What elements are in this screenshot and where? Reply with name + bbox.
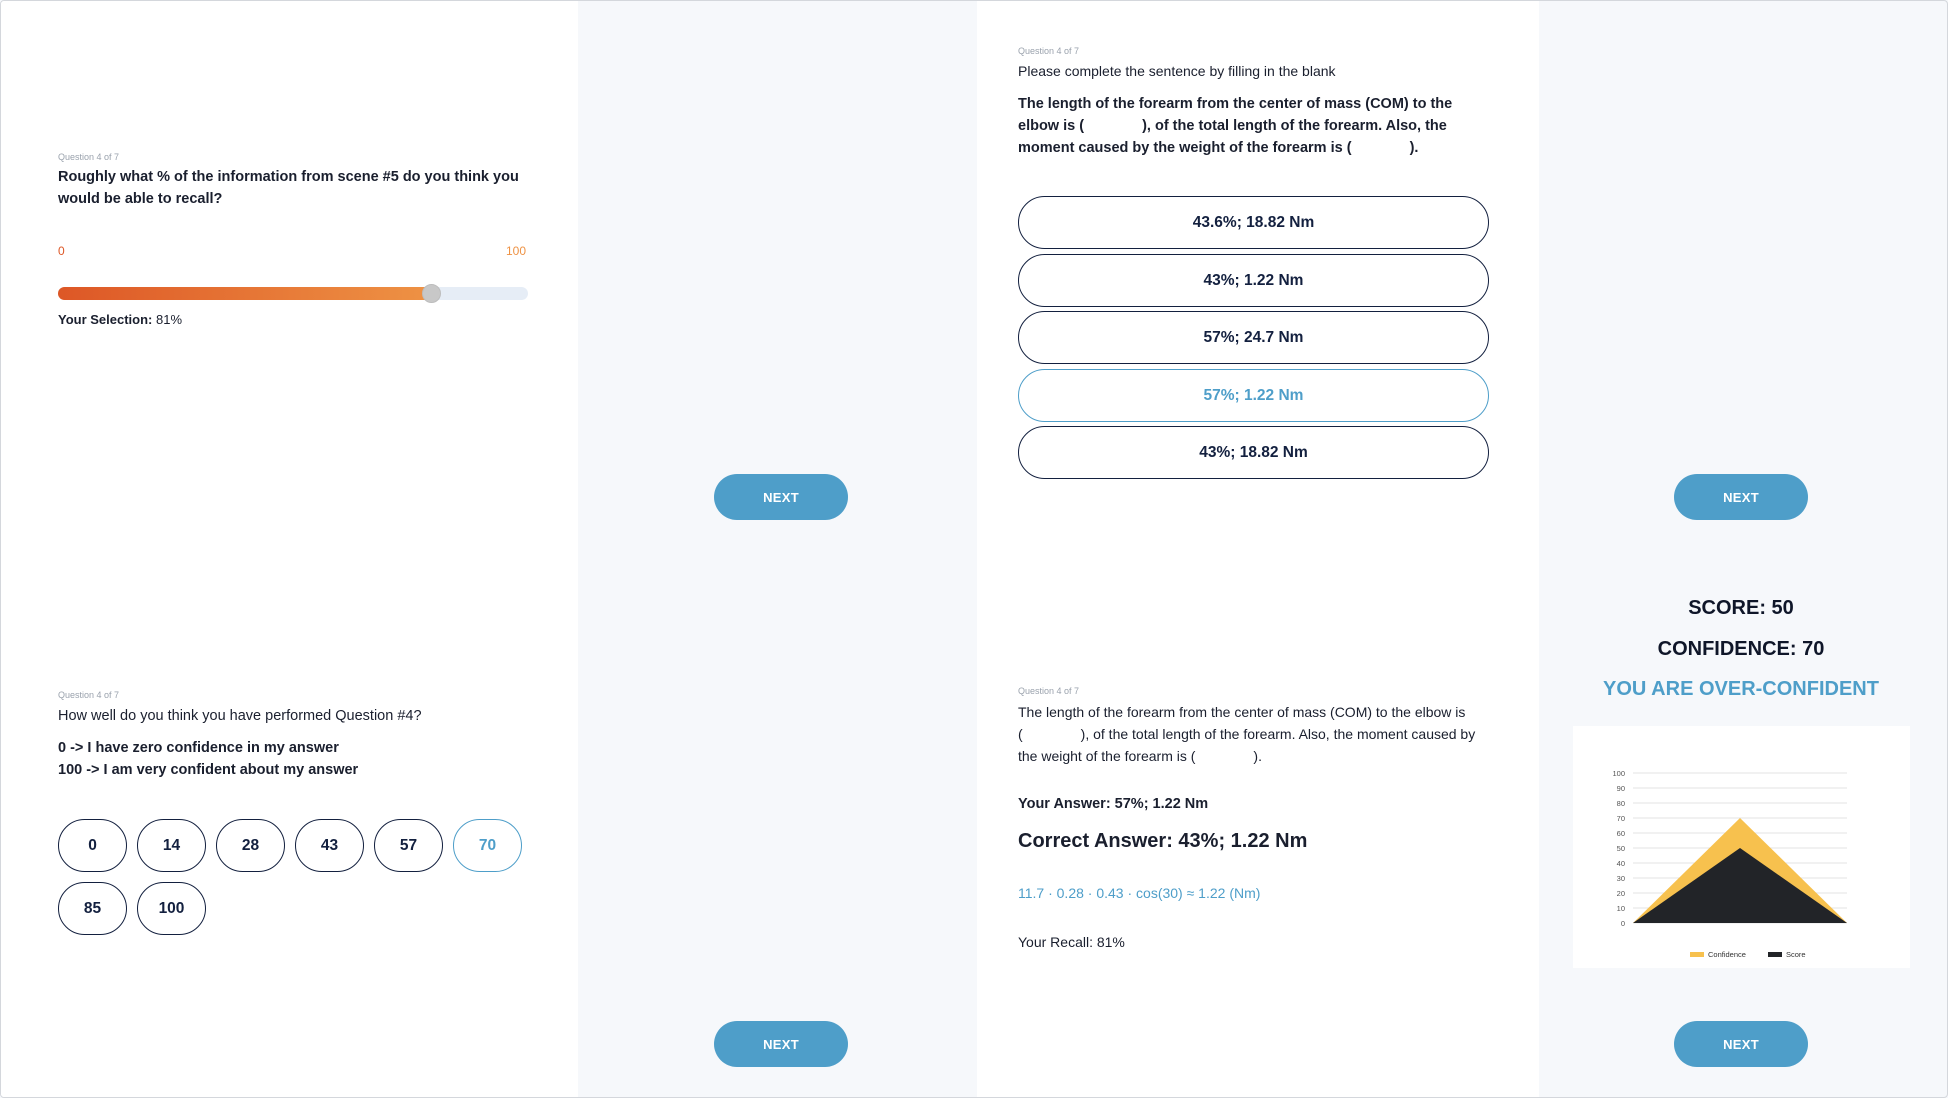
recall-prompt-line-1: Roughly what % of the information from s…: [58, 169, 519, 185]
slider-thumb[interactable]: [422, 284, 442, 303]
question-sentence-line-3: moment caused by the weight of the forea…: [1018, 137, 1508, 159]
recall-prompt-line-2: would be able to recall?: [58, 191, 223, 207]
answer-option[interactable]: 43.6%; 18.82 Nm: [1018, 196, 1489, 249]
feedback-sentence-line-1: The length of the forearm from the cente…: [1018, 704, 1466, 720]
confidence-prompt: How well do you think you have performed…: [58, 708, 422, 724]
question-instruction: Please complete the sentence by filling …: [1018, 63, 1336, 79]
feedback-sentence-line-3: the weight of the forearm is ().: [1018, 745, 1518, 767]
slider-fill: [58, 287, 432, 300]
verdict-label: YOU ARE OVER-CONFIDENT: [1603, 678, 1879, 700]
confidence-option-57[interactable]: 57: [374, 819, 443, 872]
confidence-options: 0 14 28 43 57 70 85 100: [58, 819, 538, 935]
legend-label-score: Score: [1786, 950, 1806, 959]
slider-min-label: 0: [58, 244, 65, 258]
y-tick-label: 100: [1612, 769, 1625, 778]
selection-readout: Your Selection: 81%: [58, 312, 182, 327]
next-button[interactable]: NEXT: [1674, 1021, 1808, 1067]
answer-option[interactable]: 57%; 1.22 Nm: [1018, 369, 1489, 422]
confidence-option-14[interactable]: 14: [137, 819, 206, 872]
confidence-legend: 0 -> I have zero confidence in my answer…: [58, 737, 558, 781]
feedback-sentence: The length of the forearm from the cente…: [1018, 701, 1518, 767]
question-counter: Question 4 of 7: [58, 152, 120, 162]
sentence-fragment: ).: [1253, 748, 1262, 764]
confidence-option-28[interactable]: 28: [216, 819, 285, 872]
feedback-sentence-line-2: ( ), of the total length of the forearm. …: [1018, 723, 1518, 745]
answer-option[interactable]: 43%; 18.82 Nm: [1018, 426, 1489, 479]
sentence-fragment: ), of the total length of the forearm. A…: [1080, 726, 1476, 742]
legend-swatch-confidence: [1690, 952, 1704, 957]
score-label: SCORE: 50: [1688, 597, 1794, 619]
y-tick-label: 70: [1617, 814, 1625, 823]
question-counter: Question 4 of 7: [1018, 46, 1080, 56]
confidence-option-0[interactable]: 0: [58, 819, 127, 872]
answer-formula: 11.7 · 0.28 · 0.43 · cos(30) ≈ 1.22 (Nm): [1018, 885, 1261, 901]
y-tick-label: 90: [1617, 784, 1625, 793]
question-counter: Question 4 of 7: [58, 690, 120, 700]
legend-swatch-score: [1768, 952, 1782, 957]
recall-readout: Your Recall: 81%: [1018, 934, 1125, 950]
app-frame: Question 4 of 7 Roughly what % of the in…: [0, 0, 1948, 1098]
confidence-option-85[interactable]: 85: [58, 882, 127, 935]
question-sentence-line-2: elbow is ( ), of the total length of the …: [1018, 115, 1508, 137]
answer-option[interactable]: 43%; 1.22 Nm: [1018, 254, 1489, 307]
y-tick-label: 30: [1617, 874, 1625, 883]
answer-option[interactable]: 57%; 24.7 Nm: [1018, 311, 1489, 364]
confidence-option-70[interactable]: 70: [453, 819, 522, 872]
selection-label: Your Selection:: [58, 312, 153, 327]
your-answer: Your Answer: 57%; 1.22 Nm: [1018, 796, 1209, 812]
confidence-legend-line-1: 0 -> I have zero confidence in my answer: [58, 740, 339, 756]
y-tick-label: 40: [1617, 859, 1625, 868]
slider-max-label: 100: [506, 244, 527, 258]
confidence-option-43[interactable]: 43: [295, 819, 364, 872]
y-tick-label: 20: [1617, 889, 1625, 898]
confidence-option-100[interactable]: 100: [137, 882, 206, 935]
next-button[interactable]: NEXT: [714, 474, 848, 520]
confidence-label: CONFIDENCE: 70: [1657, 638, 1825, 660]
y-tick-label: 80: [1617, 799, 1625, 808]
sentence-fragment: moment caused by the weight of the forea…: [1018, 140, 1352, 156]
recall-slider[interactable]: [58, 284, 528, 303]
y-tick-label: 10: [1617, 904, 1625, 913]
y-tick-label: 60: [1617, 829, 1625, 838]
sentence-fragment: ).: [1409, 140, 1419, 156]
sentence-fragment: elbow is (: [1018, 118, 1085, 134]
selection-value: 81%: [156, 312, 183, 327]
series-area-score: [1633, 848, 1847, 923]
question-sentence: The length of the forearm from the cente…: [1018, 93, 1508, 159]
question-sentence-line-1: The length of the forearm from the cente…: [1018, 96, 1453, 112]
sentence-fragment: ), of the total length of the forearm. A…: [1142, 118, 1447, 134]
correct-answer: Correct Answer: 43%; 1.22 Nm: [1018, 830, 1308, 852]
next-button[interactable]: NEXT: [714, 1021, 848, 1067]
y-tick-label: 0: [1621, 919, 1625, 928]
recall-prompt: Roughly what % of the information from s…: [58, 166, 558, 210]
sentence-fragment: (: [1018, 726, 1023, 742]
sentence-fragment: the weight of the forearm is (: [1018, 748, 1196, 764]
confidence-score-chart: 0 10 20 30 40 50 60 70 80 90 100 Confidence Score: [1612, 769, 1847, 959]
legend-label-confidence: Confidence: [1708, 950, 1746, 959]
y-tick-label: 50: [1617, 844, 1625, 853]
result-chart-card: 0 10 20 30 40 50 60 70 80 90 100 Confidence Score: [1573, 726, 1910, 968]
confidence-legend-line-2: 100 -> I am very confident about my answ…: [58, 762, 359, 778]
question-counter: Question 4 of 7: [1018, 686, 1080, 696]
